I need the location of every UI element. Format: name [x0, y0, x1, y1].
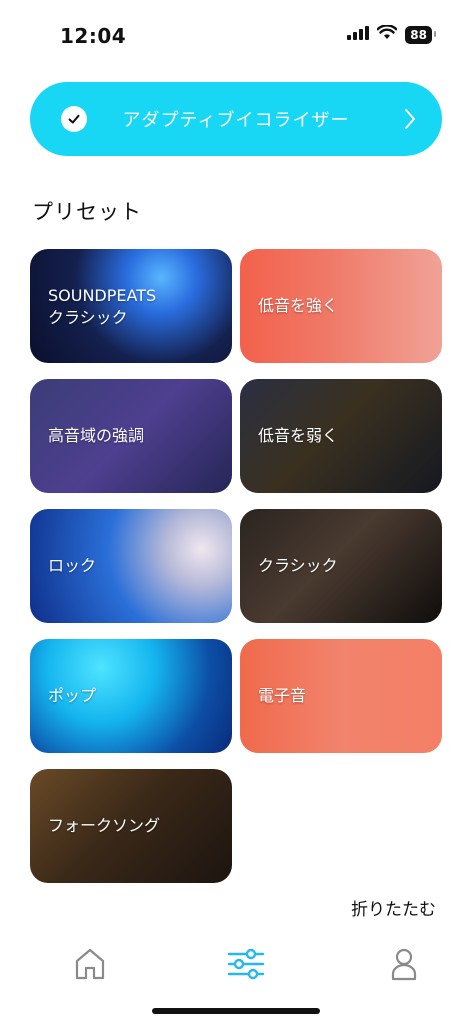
battery-indicator: 88 [405, 25, 436, 44]
chevron-right-icon [404, 108, 416, 134]
status-time: 12:04 [60, 24, 127, 48]
preset-label: ロック [48, 556, 97, 575]
home-indicator [152, 1008, 320, 1014]
tab-equalizer[interactable] [226, 946, 266, 986]
preset-label: ポップ [48, 686, 97, 705]
preset-label: 低音を弱く [258, 426, 339, 445]
preset-card-soundpeats-classic[interactable]: SOUNDPEATS クラシック [30, 249, 232, 363]
collapse-button[interactable]: 折りたたむ [351, 895, 436, 920]
preset-label: フォークソング [48, 816, 161, 835]
equalizer-sliders-icon [227, 947, 265, 985]
preset-label: 電子音 [258, 686, 307, 705]
adaptive-eq-button[interactable]: アダプティブイコライザー [30, 82, 442, 156]
presets-title: プリセット [32, 200, 142, 224]
tab-home[interactable] [70, 946, 110, 986]
preset-card-classical[interactable]: クラシック [240, 509, 442, 623]
wifi-icon [376, 24, 398, 44]
cellular-signal-icon [347, 25, 370, 44]
adaptive-eq-label: アダプティブイコライザー [122, 110, 350, 131]
preset-card-folk[interactable]: フォークソング [30, 769, 232, 883]
preset-card-bass-reduce[interactable]: 低音を弱く [240, 379, 442, 493]
tab-profile[interactable] [384, 946, 424, 986]
status-icons: 88 [347, 24, 436, 44]
preset-card-rock[interactable]: ロック [30, 509, 232, 623]
status-bar: 12:04 88 [0, 0, 472, 70]
tab-bar [0, 940, 472, 1000]
preset-card-pop[interactable]: ポップ [30, 639, 232, 753]
home-icon [74, 947, 106, 985]
preset-card-bass-boost[interactable]: 低音を強く [240, 249, 442, 363]
preset-label: SOUNDPEATS クラシック [48, 286, 157, 327]
user-icon [390, 947, 418, 985]
preset-label: 低音を強く [258, 296, 339, 315]
preset-card-electronic[interactable]: 電子音 [240, 639, 442, 753]
preset-label: クラシック [258, 556, 338, 575]
preset-card-treble-boost[interactable]: 高音域の強調 [30, 379, 232, 493]
preset-label: 高音域の強調 [48, 426, 145, 445]
